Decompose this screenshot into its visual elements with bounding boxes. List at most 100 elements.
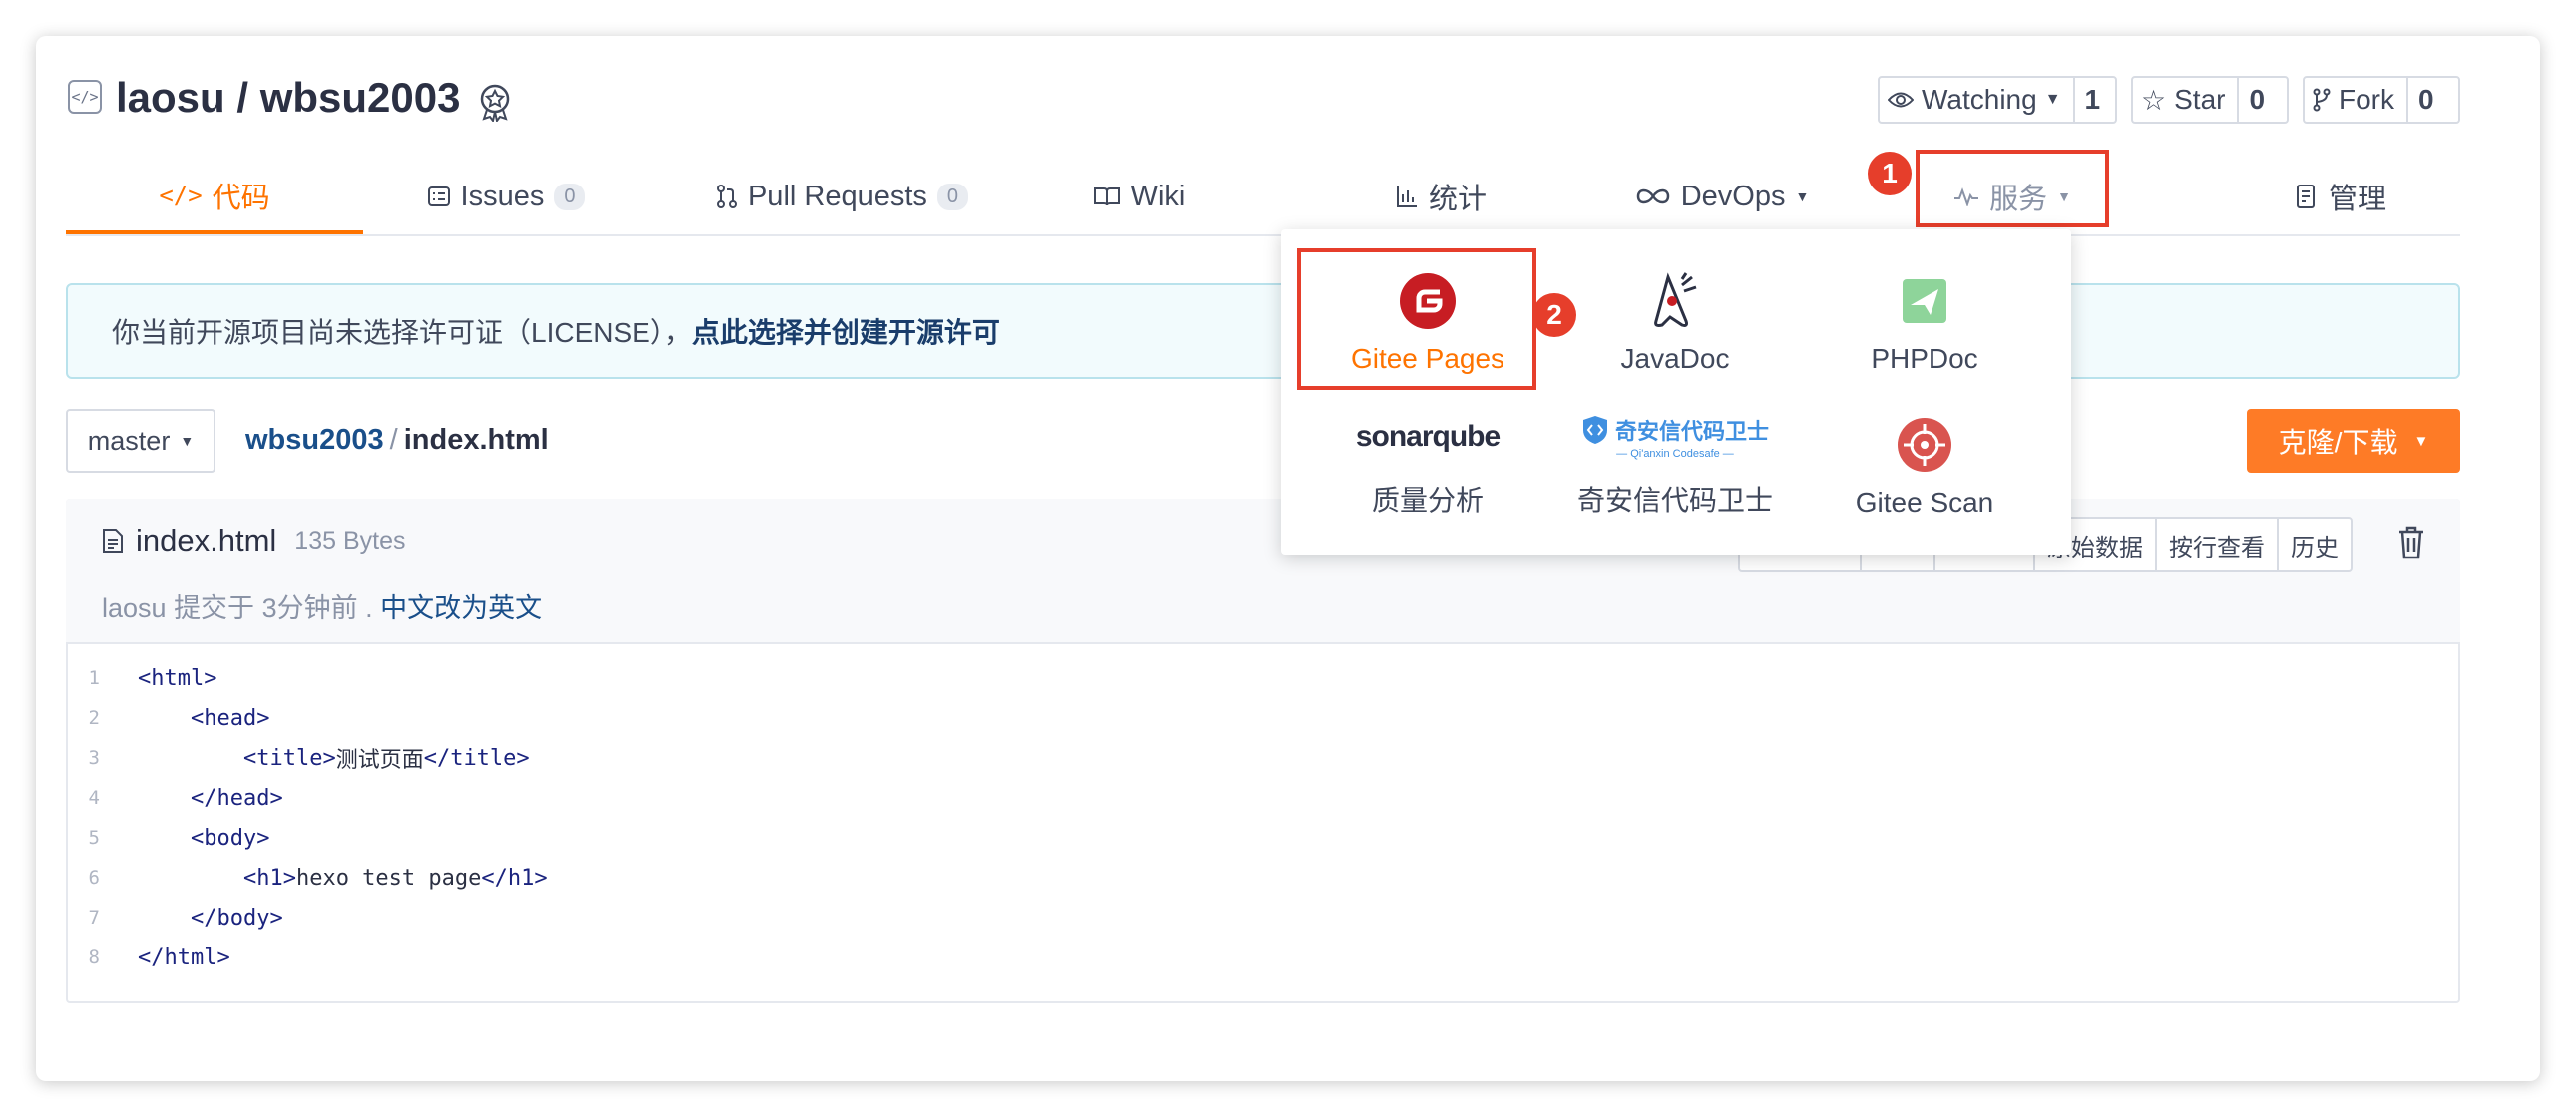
menu-item-qianxin[interactable]: 奇安信代码卫士 — Qi'anxin Codesafe — 奇安信代码卫士 xyxy=(1560,399,1790,529)
caret-down-icon: ▼ xyxy=(2413,432,2429,450)
license-create-link[interactable]: 点此选择并创建开源许可 xyxy=(692,311,1000,351)
qianxin-logo-subtext: — Qi'anxin Codesafe — xyxy=(1616,448,1734,460)
code-tag-close: </h1> xyxy=(481,865,548,891)
clone-download-button[interactable]: 克隆/下载 ▼ xyxy=(2247,409,2460,473)
menu-item-quality-analysis[interactable]: sonarqube 质量分析 xyxy=(1313,399,1542,529)
issues-count: 0 xyxy=(554,183,586,210)
sonarqube-logo: sonarqube xyxy=(1355,420,1501,453)
trash-icon[interactable] xyxy=(2396,525,2426,560)
tab-wiki[interactable]: Wiki xyxy=(1070,160,1209,233)
commit-message-link[interactable]: 中文改为英文 xyxy=(380,593,542,623)
pull-request-icon xyxy=(716,185,737,208)
code-line: 5 <body> xyxy=(66,818,270,858)
phpdoc-icon xyxy=(1903,279,1946,323)
book-icon xyxy=(1093,187,1120,206)
step-marker-1: 1 xyxy=(1868,152,1912,195)
shield-code-icon xyxy=(1582,416,1607,444)
breadcrumb-repo[interactable]: wbsu2003 xyxy=(245,424,384,456)
tab-code[interactable]: </> 代码 xyxy=(66,160,363,235)
code-tag-open: <h1> xyxy=(242,865,296,891)
pr-count: 0 xyxy=(936,183,969,210)
file-size: 135 Bytes xyxy=(294,526,406,555)
caret-down-icon: ▼ xyxy=(2044,91,2061,108)
star-count[interactable]: 0 xyxy=(2237,78,2275,122)
code-line: 7 </body> xyxy=(66,898,283,937)
star-icon: ☆ xyxy=(2141,84,2167,116)
tab-stats[interactable]: 统计 xyxy=(1361,160,1520,233)
repo-title[interactable]: laosu / wbsu2003 xyxy=(116,74,460,122)
tab-wiki-label: Wiki xyxy=(1130,180,1186,212)
qianxin-label: 奇安信代码卫士 xyxy=(1576,485,1773,516)
code-tag-open: <html> xyxy=(138,665,217,691)
file-icon xyxy=(103,529,123,553)
phpdoc-label: PHPDoc xyxy=(1871,343,1978,374)
code-tag-open: <head> xyxy=(190,705,270,731)
tabs-divider xyxy=(66,234,2460,236)
manage-doc-icon xyxy=(2296,185,2315,208)
tab-devops-label: DevOps xyxy=(1680,180,1786,212)
tab-pr-label: Pull Requests xyxy=(747,180,927,212)
commit-time: 提交于 3分钟前 . xyxy=(174,593,373,623)
branch-select[interactable]: master ▼ xyxy=(66,409,215,473)
star-label: Star xyxy=(2174,84,2226,115)
commit-author[interactable]: laosu xyxy=(102,593,167,623)
fork-label: Fork xyxy=(2339,84,2394,115)
infinity-icon xyxy=(1636,188,1669,204)
caret-down-icon: ▼ xyxy=(180,433,195,449)
clone-label: 克隆/下载 xyxy=(2278,427,2398,458)
code-tag-open: <title> xyxy=(242,745,336,771)
menu-item-gitee-scan[interactable]: Gitee Scan xyxy=(1810,399,2039,529)
line-number: 2 xyxy=(88,707,100,729)
qianxin-logo-text: 奇安信代码卫士 xyxy=(1614,419,1769,444)
quality-analysis-label: 质量分析 xyxy=(1371,485,1484,516)
code-tag-open: </body> xyxy=(190,905,283,931)
line-number: 5 xyxy=(88,827,100,849)
tab-issues-label: Issues xyxy=(460,180,545,212)
file-name: index.html xyxy=(136,523,277,558)
menu-item-phpdoc[interactable]: PHPDoc xyxy=(1810,255,2039,385)
line-number: 1 xyxy=(88,667,100,689)
watch-label: Watching xyxy=(1922,84,2037,115)
bar-chart-icon xyxy=(1396,186,1417,207)
code-tag-open: <body> xyxy=(190,825,270,851)
step-marker-2: 2 xyxy=(1532,293,1576,337)
breadcrumb: wbsu2003/index.html xyxy=(245,424,549,457)
tab-pull-requests[interactable]: Pull Requests 0 xyxy=(682,160,1002,233)
recommend-badge-icon[interactable] xyxy=(475,82,515,122)
line-number: 3 xyxy=(88,747,100,769)
code-tag-open: </head> xyxy=(190,785,283,811)
qianxin-codesafe-logo: 奇安信代码卫士 — Qi'anxin Codesafe — xyxy=(1581,407,1769,467)
tab-stats-label: 统计 xyxy=(1428,184,1487,215)
breadcrumb-separator: / xyxy=(389,424,398,456)
tab-manage[interactable]: 管理 xyxy=(2261,160,2420,233)
gitee-pages-highlight-box xyxy=(1297,248,1536,390)
blame-button[interactable]: 按行查看 xyxy=(2155,519,2277,570)
fork-count[interactable]: 0 xyxy=(2406,78,2444,122)
code-line: 4 </head> xyxy=(66,778,283,818)
code-line: 1 <html> xyxy=(66,658,217,698)
gitee-scan-icon xyxy=(1898,418,1951,472)
code-tag-close: </title> xyxy=(423,745,530,771)
code-line: 2 <head> xyxy=(66,698,270,738)
issues-icon xyxy=(427,186,450,206)
services-highlight-box xyxy=(1916,150,2109,227)
code-line: 8 </html> xyxy=(66,937,230,977)
watch-button[interactable]: Watching ▼ 1 xyxy=(1878,76,2117,124)
history-button[interactable]: 历史 xyxy=(2277,519,2351,570)
tab-code-label: 代码 xyxy=(212,182,270,214)
fork-button[interactable]: Fork 0 xyxy=(2303,76,2460,124)
tab-issues[interactable]: Issues 0 xyxy=(401,160,611,233)
star-button[interactable]: ☆ Star 0 xyxy=(2131,76,2289,124)
eye-icon xyxy=(1888,92,1914,108)
menu-item-javadoc[interactable]: JavaDoc xyxy=(1560,255,1790,385)
branch-name: master xyxy=(87,425,171,456)
watch-count[interactable]: 1 xyxy=(2072,78,2111,122)
code-icon: </> xyxy=(159,181,203,209)
breadcrumb-file: index.html xyxy=(403,424,549,456)
tab-devops[interactable]: DevOps ▼ xyxy=(1622,160,1822,233)
